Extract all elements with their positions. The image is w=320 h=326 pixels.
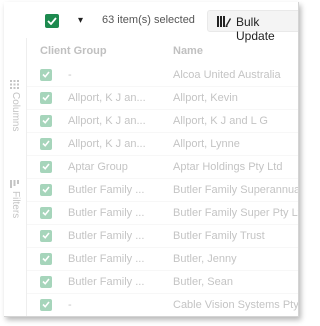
cell-client-group: -	[68, 299, 72, 311]
check-icon	[42, 209, 50, 216]
check-icon	[42, 278, 50, 285]
check-icon	[42, 94, 50, 101]
grid-header: Client Group Name	[27, 38, 298, 64]
row-checkbox[interactable]	[40, 184, 52, 196]
table-row[interactable]: - Cable Vision Systems Pty Ltd	[27, 294, 298, 317]
cell-name: Allport, Lynne	[173, 138, 240, 150]
cell-client-group: -	[68, 69, 72, 81]
cell-name: Cable Vision Systems Pty Ltd	[173, 299, 298, 311]
cell-name: Butler Family Trust	[173, 230, 265, 242]
cell-client-group: Aptar Group	[68, 161, 128, 173]
cell-name: Butler, Jenny	[173, 253, 237, 265]
check-icon	[42, 232, 50, 239]
check-icon	[42, 71, 50, 78]
check-icon	[42, 301, 50, 308]
cell-client-group: Allport, K J an...	[68, 115, 146, 127]
row-checkbox[interactable]	[40, 253, 52, 265]
table-row[interactable]: Butler Family ... Butler, Sean	[27, 271, 298, 294]
select-all-checkbox[interactable]	[45, 14, 59, 28]
tab-filters[interactable]: Filters	[4, 180, 26, 230]
columns-label: Columns	[10, 92, 21, 132]
table-row[interactable]: Allport, K J an... Allport, Lynne	[27, 133, 298, 156]
table-row[interactable]: Butler Family ... Butler, Jenny	[27, 248, 298, 271]
bulk-update-button[interactable]: Bulk Update	[207, 10, 298, 43]
columns-icon	[10, 80, 19, 89]
cell-client-group: Butler Family ...	[68, 207, 145, 219]
data-grid: Client Group Name - Alcoa United Australi…	[27, 38, 298, 316]
caret-down-icon[interactable]: ▾	[78, 15, 83, 26]
table-row[interactable]: Butler Family ... Butler Family Super Pty…	[27, 202, 298, 225]
table-row[interactable]: - Alcoa United Australia	[27, 64, 298, 87]
column-header-name[interactable]: Name	[173, 45, 203, 57]
table-row[interactable]: Allport, K J an... Allport, K J and L G	[27, 110, 298, 133]
row-divider	[27, 316, 298, 317]
tab-columns[interactable]: Columns	[4, 80, 26, 140]
table-row[interactable]: Aptar Group Aptar Holdings Pty Ltd	[27, 156, 298, 179]
row-checkbox[interactable]	[40, 115, 52, 127]
selection-count: 63 item(s) selected	[102, 14, 195, 26]
row-checkbox[interactable]	[40, 230, 52, 242]
filter-icon	[10, 180, 19, 188]
check-icon	[42, 163, 50, 170]
bulk-edit-icon	[217, 16, 231, 27]
cell-name: Aptar Holdings Pty Ltd	[173, 161, 283, 173]
check-icon	[42, 186, 50, 193]
check-icon	[42, 140, 50, 147]
cell-name: Butler, Sean	[173, 276, 233, 288]
grid-window: ▾ 63 item(s) selected Bulk Update Column…	[4, 2, 299, 317]
cell-client-group: Butler Family ...	[68, 253, 145, 265]
row-checkbox[interactable]	[40, 276, 52, 288]
cell-name: Allport, K J and L G	[173, 115, 268, 127]
cell-name: Alcoa United Australia	[173, 69, 281, 81]
table-row[interactable]: Butler Family ... Butler Family Superannu…	[27, 179, 298, 202]
select-all-dropdown[interactable]: ▾	[38, 9, 94, 33]
cell-client-group: Butler Family ...	[68, 276, 145, 288]
cell-name: Butler Family Super Pty Ltd	[173, 207, 298, 219]
row-checkbox[interactable]	[40, 299, 52, 311]
table-row[interactable]: Butler Family ... Butler Family Trust	[27, 225, 298, 248]
check-icon	[42, 117, 50, 124]
toolbar: ▾ 63 item(s) selected Bulk Update	[4, 2, 298, 43]
row-checkbox[interactable]	[40, 69, 52, 81]
row-checkbox[interactable]	[40, 92, 52, 104]
row-checkbox[interactable]	[40, 207, 52, 219]
cell-name: Allport, Kevin	[173, 92, 238, 104]
cell-name: Butler Family Superannuatio	[173, 184, 298, 196]
check-icon	[47, 17, 57, 25]
cell-client-group: Butler Family ...	[68, 230, 145, 242]
column-header-client-group[interactable]: Client Group	[40, 45, 107, 57]
row-checkbox[interactable]	[40, 161, 52, 173]
table-row[interactable]: Allport, K J an... Allport, Kevin	[27, 87, 298, 110]
cell-client-group: Allport, K J an...	[68, 138, 146, 150]
filters-label: Filters	[10, 191, 21, 219]
row-checkbox[interactable]	[40, 138, 52, 150]
cell-client-group: Butler Family ...	[68, 184, 145, 196]
side-panel: Columns Filters	[4, 38, 27, 316]
cell-client-group: Allport, K J an...	[68, 92, 146, 104]
check-icon	[42, 255, 50, 262]
